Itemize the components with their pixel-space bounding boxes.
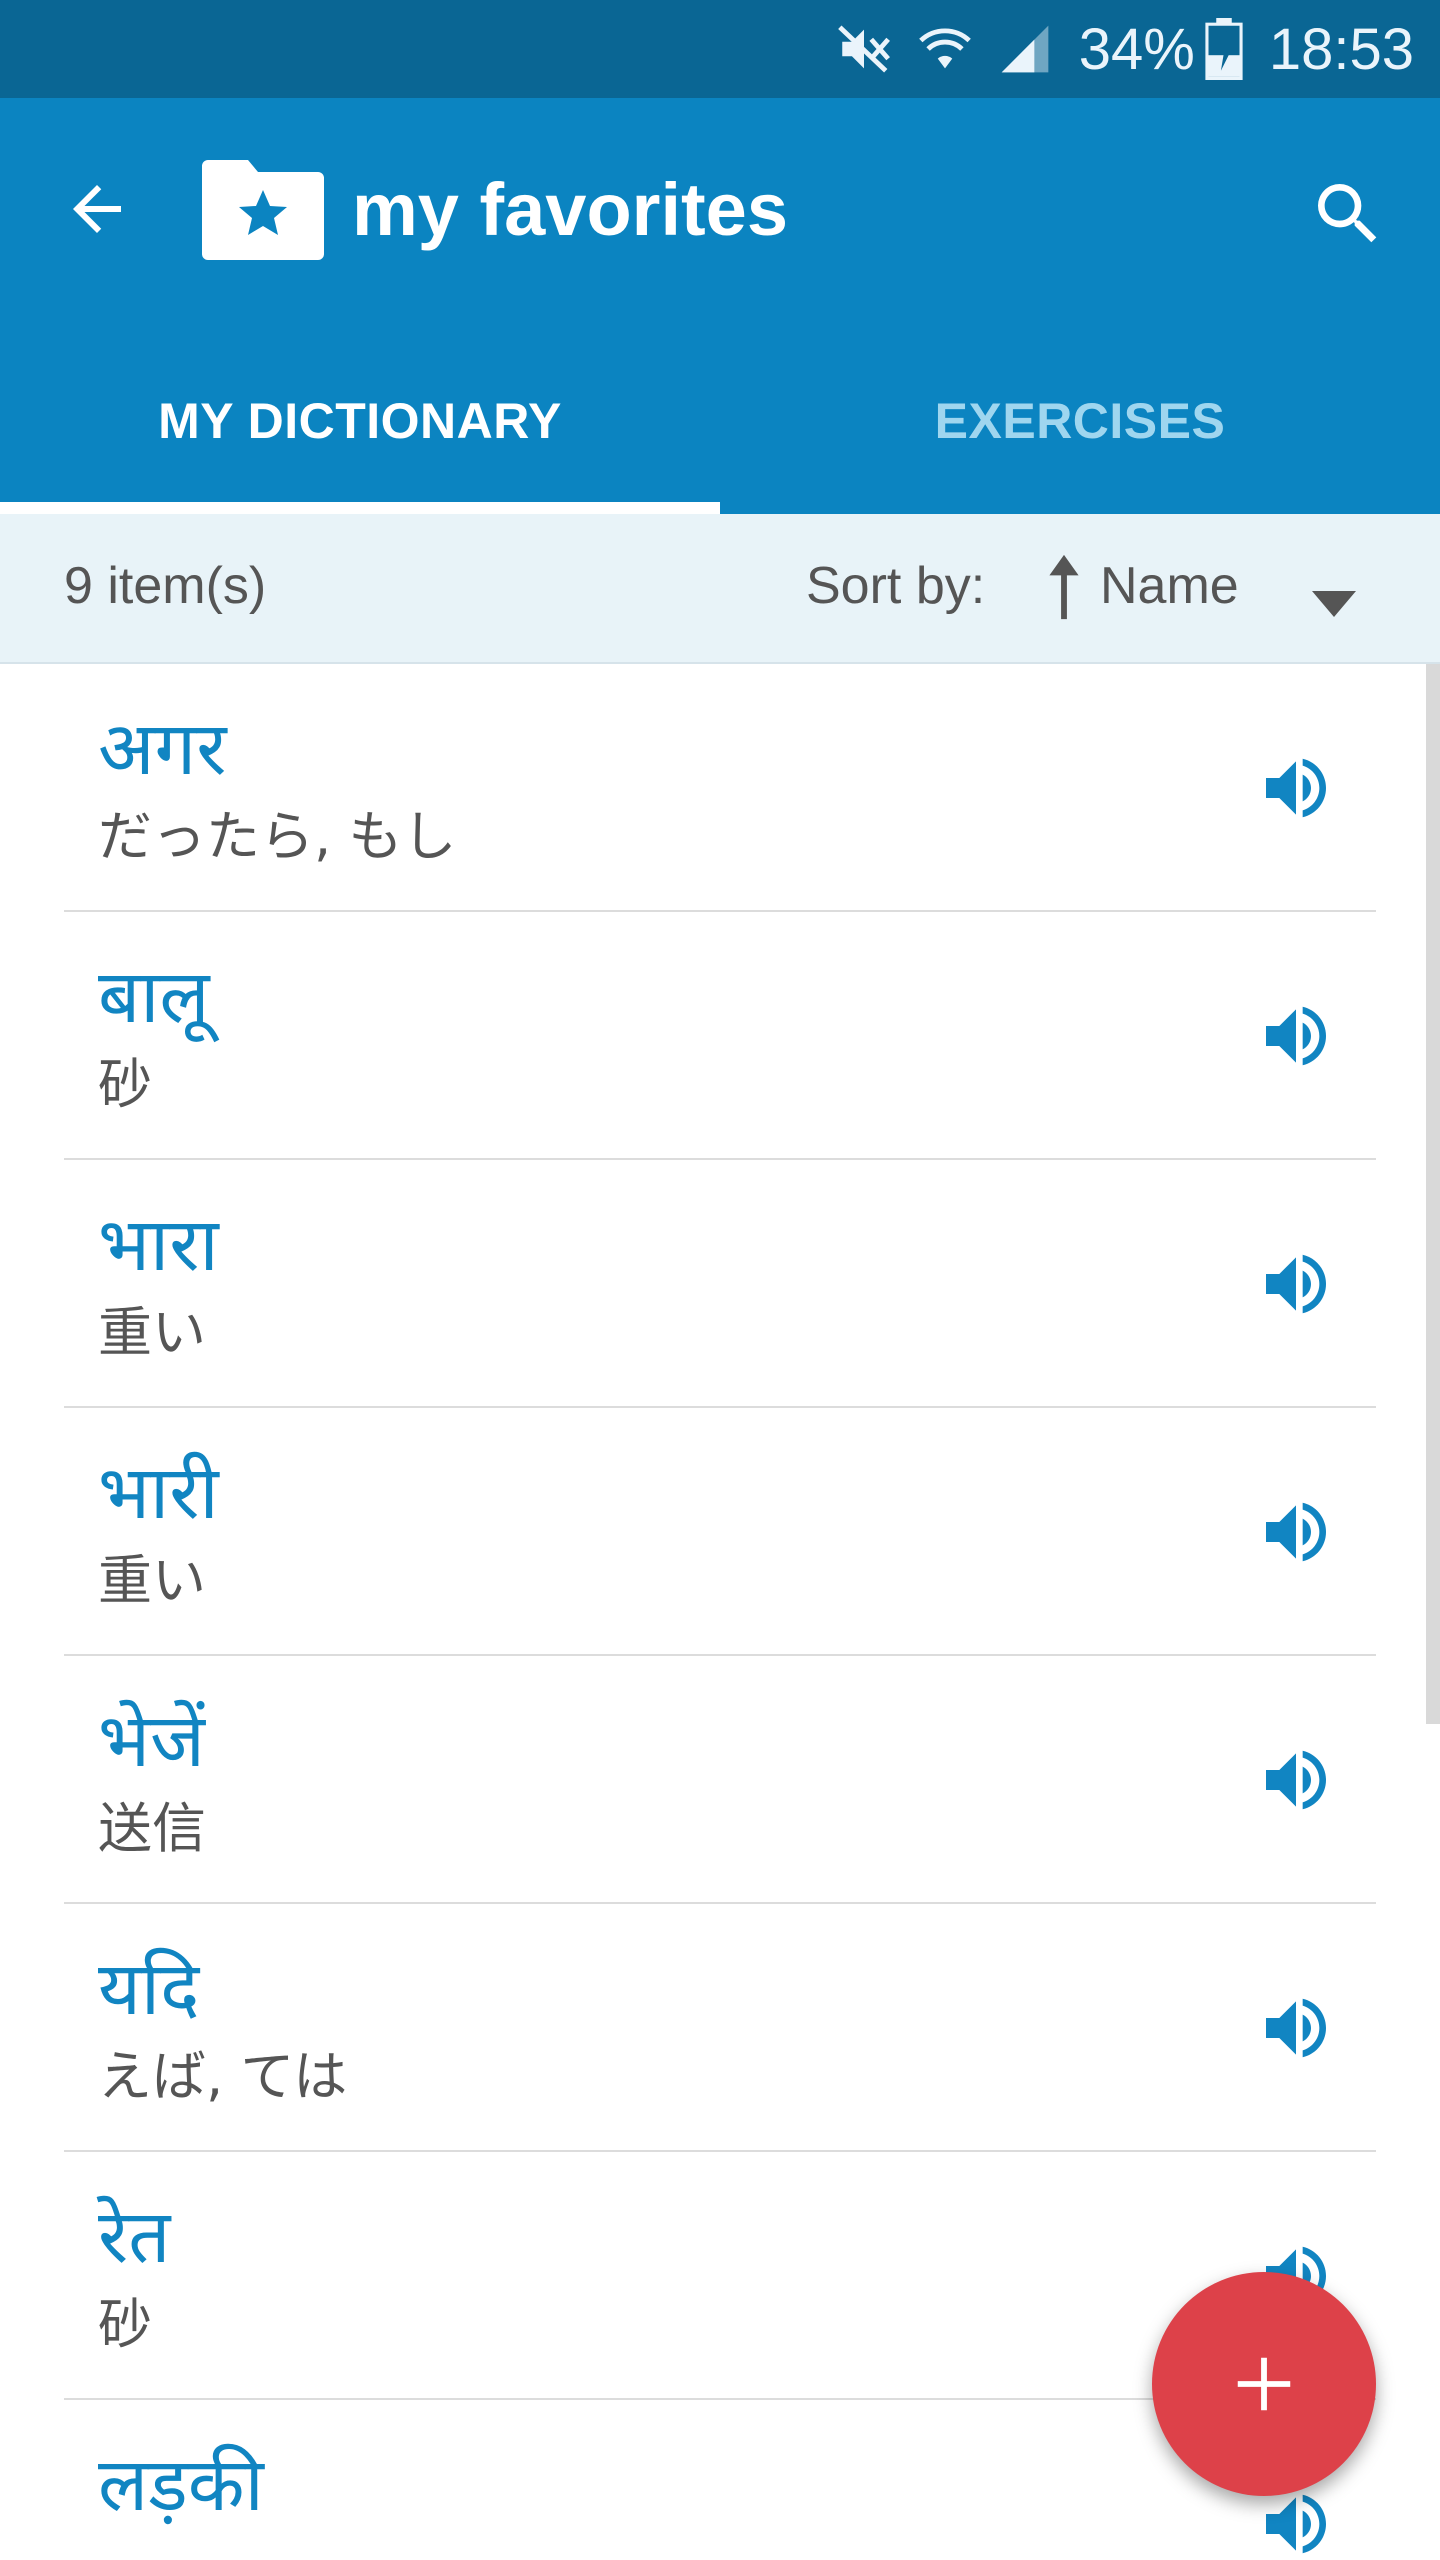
arrow-left-icon	[73, 185, 121, 233]
play-audio-button[interactable]	[1246, 986, 1346, 1086]
plus-icon	[1237, 2357, 1291, 2411]
word-text: रेत	[98, 2194, 171, 2280]
clock: 18:53	[1268, 16, 1414, 82]
speaker-icon	[1266, 1998, 1326, 2058]
battery-level: 34%	[1078, 16, 1195, 82]
tab-my-dictionary[interactable]: MY DICTIONARY	[0, 328, 720, 514]
translation-text: 重い	[98, 1549, 206, 1612]
word-text: अगर	[98, 706, 227, 792]
add-word-button[interactable]	[1152, 2272, 1376, 2496]
play-audio-button[interactable]	[1246, 1730, 1346, 1830]
word-text: लड़की	[98, 2442, 264, 2528]
translation-text: 砂	[98, 2293, 152, 2356]
toolbar: my favorites	[0, 98, 1440, 328]
summary-bar: 9 item(s) Sort by: Name	[0, 514, 1440, 664]
play-audio-button[interactable]	[1246, 1482, 1346, 1582]
word-text: बालू	[98, 954, 210, 1040]
sort-ascending-icon[interactable]	[1042, 552, 1086, 635]
sort-select[interactable]: Name	[1100, 556, 1239, 616]
speaker-icon	[1266, 758, 1326, 818]
tab-label: MY DICTIONARY	[158, 393, 562, 449]
speaker-icon	[1266, 1254, 1326, 1314]
word-list: अगर だったら, もし बालू 砂 भारा 重い भारी 重い भेजे…	[0, 664, 1440, 2560]
list-item[interactable]: अगर だったら, もし	[64, 664, 1376, 912]
translation-text: だったら, もし	[98, 805, 457, 868]
word-text: भेजें	[98, 1698, 205, 1784]
translation-text: 砂	[98, 1053, 152, 1116]
folder-star-icon	[202, 160, 324, 260]
word-text: भारी	[98, 1450, 219, 1536]
sort-label: Sort by:	[806, 557, 986, 615]
app-bar: my favorites MY DICTIONARY EXERCISES	[0, 98, 1440, 514]
speaker-icon	[1266, 1502, 1326, 1562]
list-item[interactable]: भारा 重い	[64, 1160, 1376, 1408]
translation-text: えば, ては	[98, 2045, 348, 2108]
tab-bar: MY DICTIONARY EXERCISES	[0, 328, 1440, 514]
tab-label: EXERCISES	[934, 393, 1226, 449]
list-item[interactable]: भारी 重い	[64, 1408, 1376, 1656]
list-item[interactable]: बालू 砂	[64, 912, 1376, 1160]
list-item[interactable]: यदि えば, ては	[64, 1904, 1376, 2152]
speaker-icon	[1266, 1750, 1326, 1810]
back-button[interactable]	[52, 164, 142, 254]
wifi-icon	[915, 20, 975, 78]
scrollbar[interactable]	[1426, 664, 1440, 1724]
play-audio-button[interactable]	[1246, 1234, 1346, 1334]
list-item[interactable]: भेजें 送信	[64, 1656, 1376, 1904]
word-text: यदि	[98, 1946, 200, 2032]
search-button[interactable]	[1298, 164, 1398, 264]
translation-text: 重い	[98, 1301, 206, 1364]
battery-charging-icon	[1205, 18, 1243, 80]
item-count: 9 item(s)	[64, 557, 267, 615]
status-bar: 34% 18:53	[0, 0, 1440, 98]
play-audio-button[interactable]	[1246, 738, 1346, 838]
play-audio-button[interactable]	[1246, 1978, 1346, 2078]
tab-exercises[interactable]: EXERCISES	[720, 328, 1440, 514]
speaker-icon	[1266, 1006, 1326, 1066]
translation-text: 送信	[98, 1797, 206, 1860]
dropdown-arrow-icon[interactable]	[1312, 570, 1356, 630]
search-icon	[1318, 184, 1377, 243]
page-title: my favorites	[352, 168, 788, 251]
signal-icon	[997, 20, 1053, 78]
word-text: भारा	[98, 1202, 219, 1288]
mute-icon	[835, 20, 893, 78]
